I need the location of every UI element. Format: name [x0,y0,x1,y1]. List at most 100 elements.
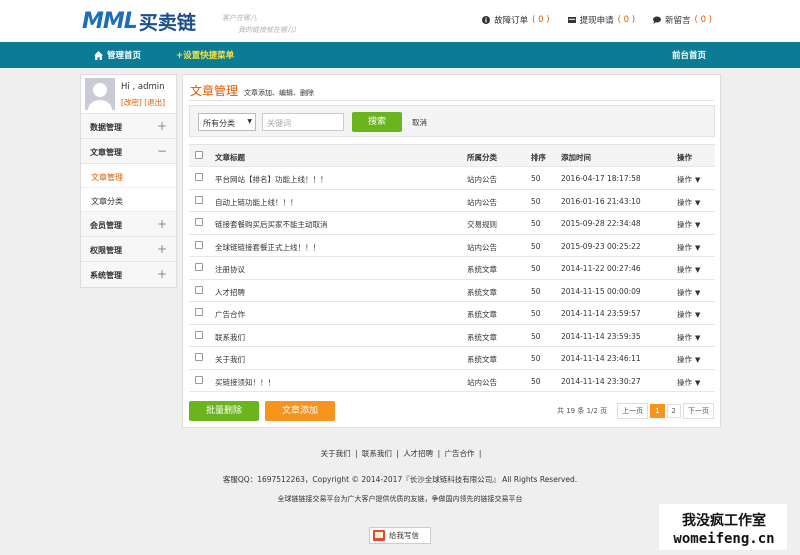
logo-cn: 买卖链 [138,11,196,34]
row-checkbox[interactable] [195,353,203,361]
page-1-button[interactable]: 1 [650,404,665,418]
nav-quick-menu[interactable]: +设置快捷菜单 [176,49,234,61]
article-title-link[interactable]: 广告合作 [215,309,245,320]
footer-link-jobs[interactable]: 人才招聘 [403,449,433,458]
write-to-us-button[interactable]: 给我写信 [369,527,431,544]
article-time: 2014-11-14 23:30:27 [561,376,641,386]
article-title-link[interactable]: 全球链链接套餐正式上线！！！ [215,242,320,253]
sidebar-item-system[interactable]: 系统管理 + [81,262,176,287]
top-links: 故障订单 ( 0 ) 提现申请 ( 0 ) 新留言 ( 0 ) [482,14,712,26]
row-action-dropdown[interactable]: 操作 ▼ [677,377,700,388]
nav-admin-home[interactable]: 管理首页 [94,49,141,61]
row-action-label: 操作 [677,377,692,387]
row-checkbox[interactable] [195,330,203,339]
batch-delete-button[interactable]: 批量删除 [189,401,259,421]
page-subtitle: 文章添加、编辑、删除 [244,89,315,97]
keyword-input[interactable]: 关键词 [262,113,344,131]
table-row: 注册协议 系统文章 50 2014-11-22 00:27:46 操作 ▼ [189,257,715,280]
article-sort: 50 [531,174,541,183]
row-checkbox[interactable] [195,195,203,204]
row-checkbox[interactable] [195,285,203,294]
chevron-down-icon: ▼ [247,118,252,125]
page-title: 文章管理 文章添加、编辑、删除 [190,82,314,99]
new-messages-link[interactable]: 新留言 ( 0 ) [653,14,712,26]
logout-link[interactable]: [退出] [144,98,165,107]
sidebar-subitem-label: 文章分类 [91,197,123,206]
article-title-link[interactable]: 联系我们 [215,332,245,343]
article-title-link[interactable]: 注册协议 [215,264,245,275]
row-action-dropdown[interactable]: 操作 ▼ [677,309,700,320]
footer-link-ads[interactable]: 广告合作 [444,449,474,458]
prev-page-button[interactable]: 上一页 [617,403,649,419]
table-row: 关于我们 系统文章 50 2014-11-14 23:46:11 操作 ▼ [189,347,715,370]
top-header: MML 买卖链 客户在哪儿 我的链接就在哪儿! 故障订单 ( 0 ) 提现申请 … [0,0,800,42]
article-title-link[interactable]: 关于我们 [215,354,245,365]
footer-link-about[interactable]: 关于我们 [321,449,351,458]
sidebar-item-member[interactable]: 会员管理 + [81,212,176,237]
footer-link-contact[interactable]: 联系我们 [362,449,392,458]
category-select[interactable]: 所有分类 ▼ [198,113,256,131]
sidebar-subitem-article-category[interactable]: 文章分类 [81,188,176,212]
sidebar-item-article[interactable]: 文章管理 − [81,139,176,164]
article-sort: 50 [531,241,541,251]
row-action-dropdown[interactable]: 操作 ▼ [677,242,700,253]
article-category: 站内公告 [467,197,497,207]
next-page-button[interactable]: 下一页 [683,403,715,419]
article-sort: 50 [531,286,541,296]
row-action-dropdown[interactable]: 操作 ▼ [677,264,700,275]
caret-down-icon: ▼ [695,378,701,387]
row-action-dropdown[interactable]: 操作 ▼ [677,287,700,298]
row-action-dropdown[interactable]: 操作 ▼ [677,197,700,208]
article-time: 2014-11-14 23:46:11 [561,354,641,363]
nav-admin-home-label: 管理首页 [107,51,142,61]
caret-down-icon: ▼ [695,198,701,207]
sidebar-item-label: 权限管理 [90,246,122,255]
article-category: 站内公告 [467,242,497,252]
row-checkbox[interactable] [195,240,203,249]
row-checkbox[interactable] [195,375,203,384]
change-password-link[interactable]: [改密] [121,98,142,107]
row-action-dropdown[interactable]: 操作 ▼ [677,332,700,343]
article-title-link[interactable]: 买链接须知！！！ [215,377,275,388]
article-table: 文章标题 所属分类 排序 添加时间 操作 平台网站【排名】功能上线！！！ 站内公告… [189,144,715,392]
article-sort: 50 [531,264,541,273]
card-icon [567,17,576,23]
sidebar-item-data[interactable]: 数据管理 + [81,114,176,139]
user-greeting: Hi , admin [121,82,165,92]
category-select-value: 所有分类 [203,119,235,128]
page-title-text: 文章管理 [190,84,239,98]
sidebar-item-permission[interactable]: 权限管理 + [81,237,176,262]
sidebar-item-label: 系统管理 [90,271,122,280]
header-title: 文章标题 [215,153,245,162]
site-logo[interactable]: MML 买卖链 [82,6,196,36]
nav-front-home[interactable]: 前台首页 [672,49,706,61]
article-title-link[interactable]: 自动上链功能上线！！！ [215,197,298,208]
row-action-label: 操作 [677,332,692,342]
row-action-dropdown[interactable]: 操作 ▼ [677,174,700,185]
caret-down-icon: ▼ [695,311,701,319]
row-checkbox[interactable] [195,173,203,181]
withdraw-requests-link[interactable]: 提现申请 ( 0 ) [567,14,635,26]
row-checkbox[interactable] [195,308,203,316]
caret-down-icon: ▼ [695,333,701,342]
article-title-link[interactable]: 人才招聘 [215,287,245,298]
article-time: 2015-09-23 00:25:22 [561,241,641,251]
select-all-checkbox[interactable] [195,151,203,159]
row-action-dropdown[interactable]: 操作 ▼ [677,354,700,365]
caret-down-icon: ▼ [695,176,701,184]
fault-orders-count: ( 0 ) [532,15,550,25]
article-title-link[interactable]: 链接套餐购买后买家不能主动取消 [215,219,328,230]
page-2-button[interactable]: 2 [666,404,682,418]
add-article-button[interactable]: 文章添加 [265,401,335,421]
article-title-link[interactable]: 平台网站【排名】功能上线！！！ [215,174,328,185]
search-button[interactable]: 搜索 [352,112,402,132]
row-checkbox[interactable] [195,263,203,271]
sidebar-subitem-article-mgmt[interactable]: 文章管理 [81,164,176,188]
row-action-dropdown[interactable]: 操作 ▼ [677,219,700,230]
logo-latin: MML [82,8,138,34]
mail-icon [373,530,385,541]
fault-orders-link[interactable]: 故障订单 ( 0 ) [482,14,550,26]
row-checkbox[interactable] [195,218,203,226]
cancel-link[interactable]: 取消 [412,117,427,128]
copyright: 客服QQ：1697512263，Copyright © 2014-2017『长沙… [222,475,578,484]
